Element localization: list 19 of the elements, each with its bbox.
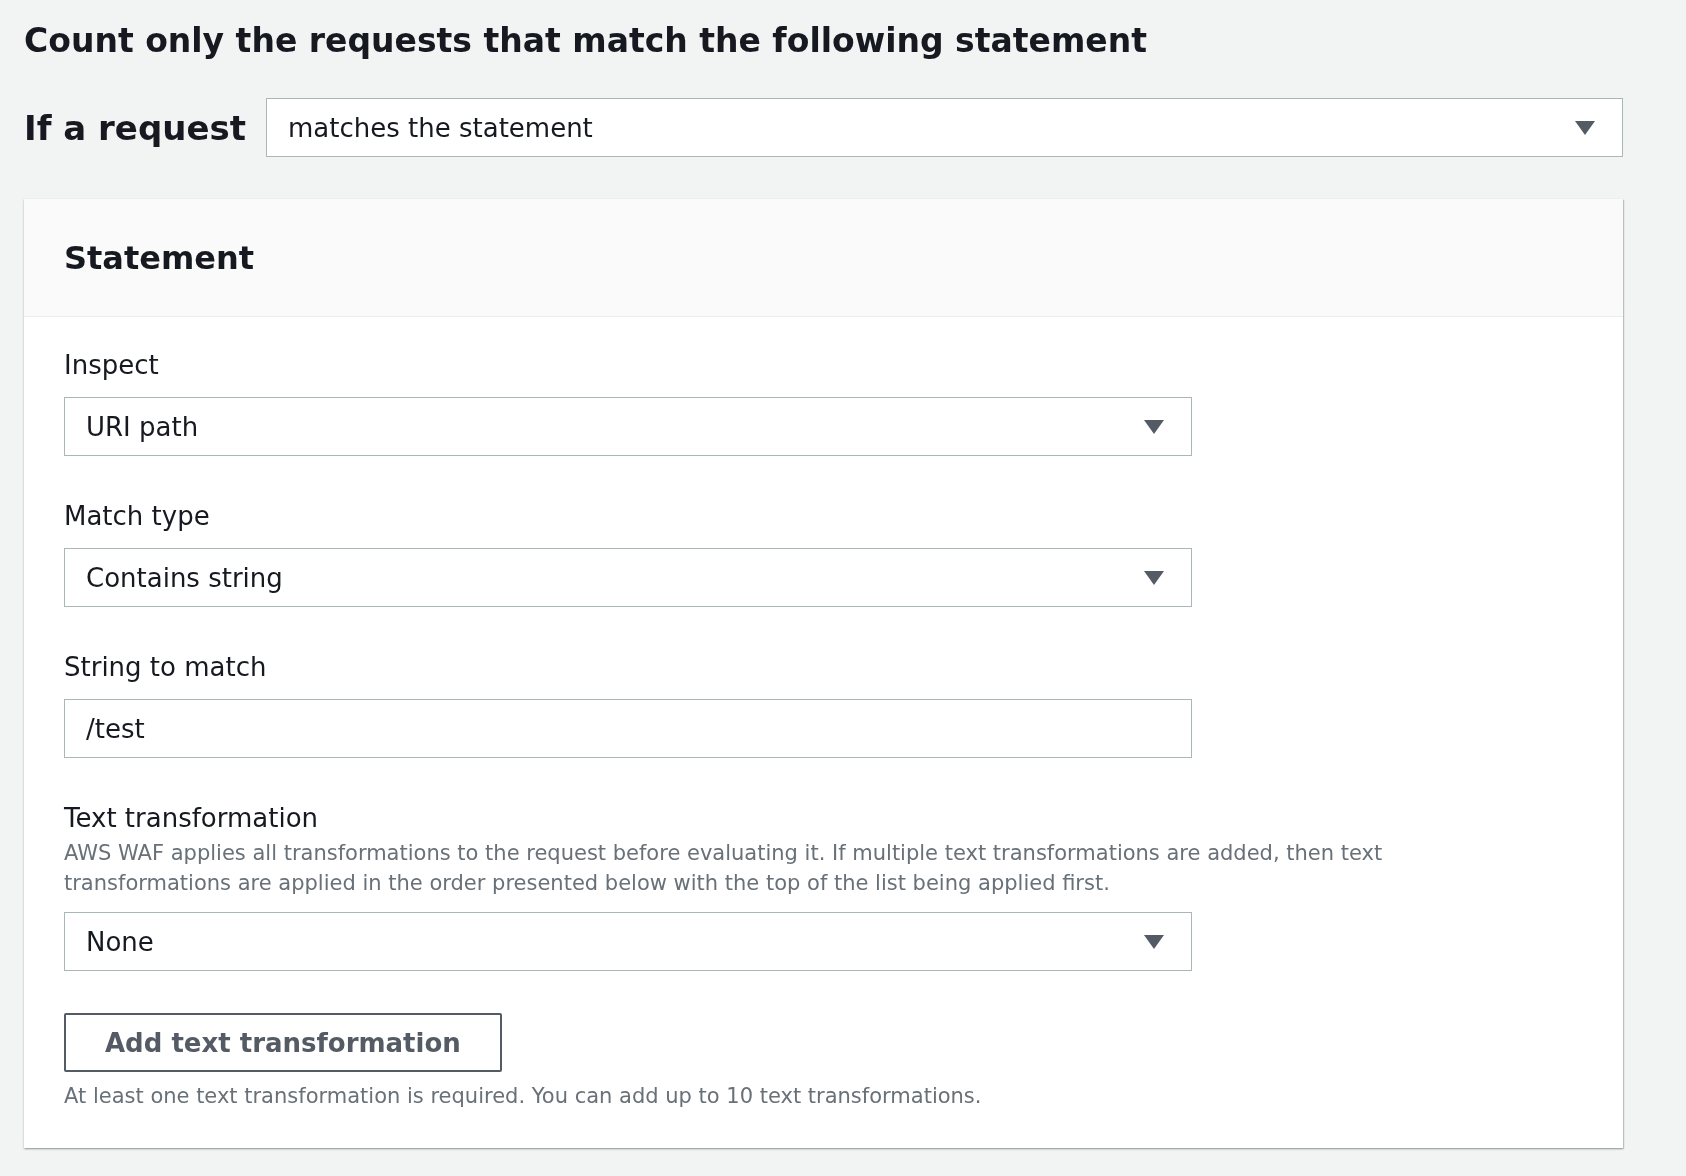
caret-icon xyxy=(1144,419,1164,434)
caret-icon xyxy=(1144,570,1164,585)
field-label: Inspect xyxy=(64,349,160,382)
field-label: Match type xyxy=(64,500,211,533)
field-label: Text transformation xyxy=(64,802,320,835)
field-description: AWS WAF applies all transformations to the request before evaluating it. If multiple text transformations are added, then text transformations are applied in the order presented below with the top of the list being applied first. xyxy=(64,840,1384,897)
condition-select[interactable]: matches the statement xyxy=(266,98,1623,157)
condition-label: If a request xyxy=(24,107,246,148)
helper-text: At least one text transformation is required. You can add up to 10 text transformations. xyxy=(64,1084,983,1108)
caret-icon xyxy=(1144,934,1164,949)
dropdown-select[interactable]: Contains string xyxy=(64,548,1192,607)
dropdown-select[interactable]: None xyxy=(64,912,1192,971)
section-heading: Count only the requests that match the following statement xyxy=(24,20,1148,62)
field-label: String to match xyxy=(64,651,268,684)
caret-icon xyxy=(1575,120,1595,135)
text-input-field[interactable]: /test xyxy=(64,699,1192,758)
dropdown-select[interactable]: URI path xyxy=(64,397,1192,456)
card-title: Statement xyxy=(64,238,255,277)
add-transformation-button[interactable]: Add text transformation xyxy=(64,1013,502,1072)
